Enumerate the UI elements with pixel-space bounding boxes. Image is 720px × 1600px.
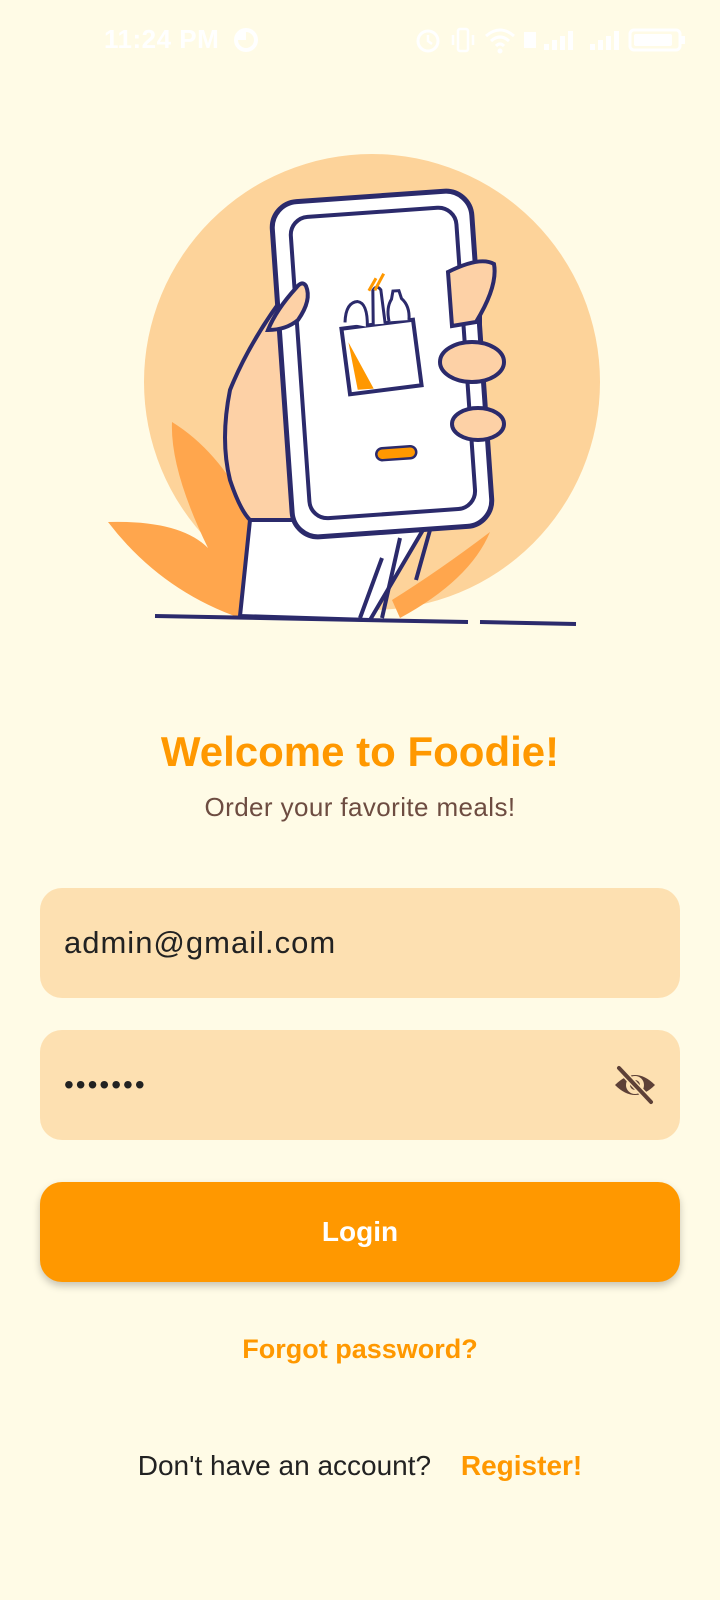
email-field[interactable] [40, 888, 680, 998]
signal-icon-1 [524, 31, 573, 50]
welcome-subtitle: Order your favorite meals! [204, 792, 516, 822]
register-prompt: Don't have an account? [137, 1450, 432, 1481]
email-input[interactable] [64, 888, 604, 998]
app-notification-icon [234, 28, 258, 52]
welcome-title: Welcome to Foodie! [160, 728, 560, 775]
wifi-icon [485, 28, 515, 54]
finger-3 [450, 406, 506, 442]
register-row: Don't have an account? Register! [0, 1450, 720, 1482]
register-link[interactable]: Register! [461, 1450, 582, 1481]
vibrate-icon [451, 27, 475, 53]
login-button-label: Login [321, 1216, 399, 1247]
password-input[interactable] [64, 1030, 604, 1140]
eye-off-icon[interactable] [612, 1063, 658, 1107]
signal-icon-2 [590, 31, 619, 50]
finger-2 [438, 340, 506, 384]
password-field[interactable] [40, 1030, 680, 1140]
hero-illustration [108, 154, 600, 626]
forgot-password-link[interactable]: Forgot password? [0, 1334, 720, 1365]
status-time: 11:24 PM [104, 24, 220, 54]
status-bar: 11:24 PM [0, 0, 720, 84]
alarm-icon [416, 29, 440, 53]
battery-icon [628, 28, 685, 52]
login-button[interactable]: Login [40, 1182, 680, 1282]
